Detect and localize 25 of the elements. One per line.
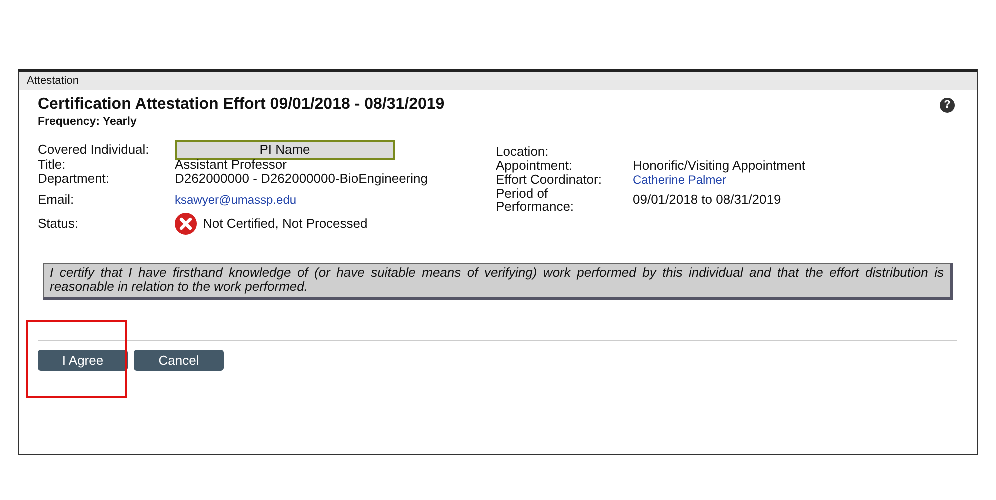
certification-statement: I certify that I have firsthand knowledge of (or have suitable means of verifying) work performed by this individual and that the effort distribution is reasonable in relation to the work performed. (43, 263, 953, 300)
field-label: Covered Individual: (38, 143, 150, 157)
field-label: Status: (38, 217, 80, 231)
field-value: 09/01/2018 to 08/31/2019 (633, 192, 782, 207)
status-text: Not Certified, Not Processed (203, 217, 368, 231)
page-heading: Certification Attestation Effort 09/01/2018 - 08/31/2019 (38, 96, 445, 114)
dialog-title: Attestation (27, 75, 79, 87)
help-icon[interactable]: ? (940, 98, 955, 112)
frequency-label: Frequency: Yearly (38, 116, 138, 128)
email-link[interactable]: ksawyer@umassp.edu (175, 193, 297, 207)
field-label: Period of Performance: (496, 187, 576, 213)
dialog-button[interactable]: Cancel (134, 350, 224, 371)
field-label: Effort Coordinator: (496, 173, 603, 187)
dialog-button[interactable]: I Agree (38, 350, 128, 371)
field-label: Location: (496, 145, 550, 159)
field-label: Title: (38, 158, 67, 172)
field-value: Assistant Professor (175, 157, 287, 172)
name-field: PI Name (175, 140, 395, 160)
field-value: Honorific/Visiting Appointment (633, 158, 806, 173)
error-icon (175, 213, 197, 235)
field-label: Department: (38, 172, 111, 186)
field-label: Appointment: (496, 159, 574, 173)
coordinator-link[interactable]: Catherine Palmer (633, 173, 726, 187)
field-label: Email: (38, 193, 76, 207)
field-value: D262000000 - D262000000-BioEngineering (175, 171, 428, 186)
